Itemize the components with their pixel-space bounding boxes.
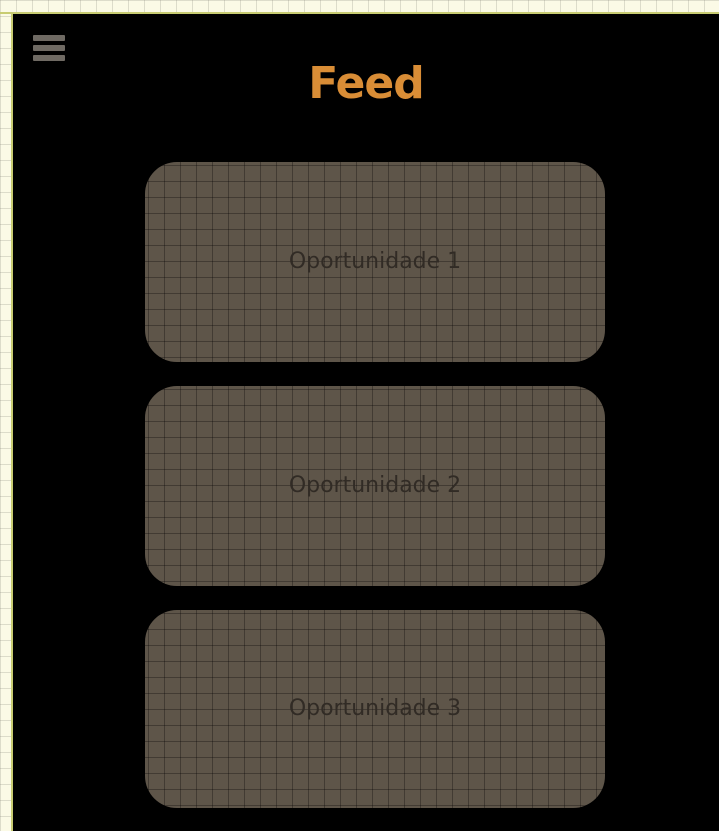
feed-screen: Feed Oportunidade 1 Oportunidade 2 Oport…	[13, 14, 719, 831]
page-title: Feed	[308, 58, 424, 109]
menu-icon-line-top	[33, 35, 65, 41]
opportunity-label-2: Oportunidade 2	[288, 473, 462, 498]
designer-canvas: Feed Oportunidade 1 Oportunidade 2 Oport…	[0, 0, 719, 831]
feed-list: Oportunidade 1 Oportunidade 2 Oportunida…	[145, 162, 605, 808]
menu-icon-line-middle	[33, 45, 65, 51]
opportunity-card-3[interactable]: Oportunidade 3	[145, 610, 605, 808]
opportunity-label-3: Oportunidade 3	[288, 696, 462, 721]
opportunity-card-1[interactable]: Oportunidade 1	[145, 162, 605, 362]
opportunity-label-1: Oportunidade 1	[288, 249, 462, 274]
opportunity-card-2[interactable]: Oportunidade 2	[145, 386, 605, 586]
